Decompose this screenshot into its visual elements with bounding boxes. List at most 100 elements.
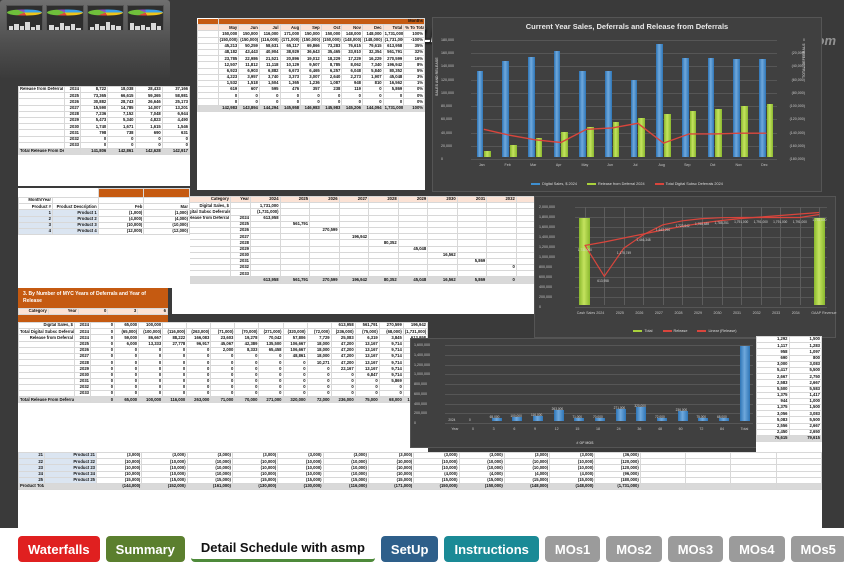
value-cell[interactable]: (148,000) <box>341 36 363 44</box>
legend-item[interactable]: Digital Sales, $ 2024 <box>531 182 577 186</box>
sheet-tab-mos2[interactable]: MOs2 <box>606 536 662 562</box>
mos-distribution-chart[interactable]: 2024 0 65,000 100,000 116,000 263,000 71,000 70… <box>410 338 760 448</box>
x-tick-label[interactable]: 2024 <box>596 311 604 315</box>
x-tick-label[interactable]: Sep <box>684 163 690 167</box>
value-cell[interactable]: (116,000) <box>258 36 281 44</box>
bar-mos-value[interactable] <box>553 409 564 421</box>
legend-item[interactable]: Linear (Release) <box>697 329 737 333</box>
value-cell[interactable]: (1,731,000) <box>382 36 405 44</box>
value-cell[interactable]: 150,000 <box>320 30 343 38</box>
product-monthly-table-panel[interactable]: Month/Year Product # Product Description Fe… <box>18 188 190 288</box>
product-detail-table[interactable]: 21 Product 21 (3,000) (3,000) (3,000) (3,000)… <box>18 452 822 491</box>
legend-item[interactable]: Release <box>662 329 687 333</box>
release-from-deferral-table[interactable]: Release from Deferral 2024 8,722 18,038 28,4… <box>18 86 190 156</box>
x-tick-label[interactable]: 2030 <box>714 311 722 315</box>
product-description-cell[interactable]: Product 4 <box>52 227 99 236</box>
column-header[interactable]: 0 <box>77 307 109 315</box>
x-tick-label[interactable]: Total <box>741 427 749 431</box>
x-tick-label[interactable]: GAAP Revenue <box>811 311 836 315</box>
column-header[interactable]: Category <box>18 307 49 315</box>
value-cell[interactable]: 270,599 <box>382 55 405 63</box>
myc-release-schedule-table[interactable]: Digital Sales, $2024 0 65,000 100,000 613,95… <box>18 322 428 404</box>
x-tick-label[interactable]: Apr <box>556 163 562 167</box>
x-tick-label[interactable]: Oct <box>710 163 716 167</box>
x-tick-label[interactable]: 6 <box>513 427 515 431</box>
column-header[interactable]: % To Total <box>403 24 425 32</box>
sheet-tab-bar[interactable]: Waterfalls Summary Detail Schedule with as… <box>0 528 844 574</box>
x-tick-label[interactable]: May <box>582 163 589 167</box>
category-cell[interactable]: Total Digital Subsc Deferrals <box>18 328 75 336</box>
x-tick-label[interactable]: 3 <box>493 427 495 431</box>
bar-mos-value[interactable] <box>739 346 750 421</box>
x-tick-label[interactable]: Jul <box>633 163 638 167</box>
sheet-tab-summary[interactable]: Summary <box>105 536 185 562</box>
bar-mos-value[interactable] <box>615 409 626 421</box>
months-summary-table[interactable]: Months May Jun Jul Aug Sep Oct Nov Dec Total% To … <box>197 18 425 112</box>
value-cell[interactable]: (12,000) <box>97 227 145 236</box>
x-tick-label[interactable]: Feb <box>505 163 511 167</box>
column-header[interactable]: Product Description <box>52 203 99 211</box>
x-tick-label[interactable]: 72 <box>699 427 703 431</box>
value-cell[interactable]: (150,000) <box>217 36 240 44</box>
value-cell[interactable]: (150,000) <box>300 36 322 44</box>
x-tick-label[interactable]: 84 <box>720 427 724 431</box>
bar-mos-value[interactable] <box>677 410 688 421</box>
value-cell[interactable]: (148,000) <box>362 36 384 44</box>
chart-legend[interactable]: Total Release Linear (Release) <box>535 329 835 333</box>
sheet-tab-setup[interactable]: SetUp <box>380 536 439 562</box>
x-tick-label[interactable]: 24 <box>617 427 621 431</box>
sheet-tab-waterfalls[interactable]: Waterfalls <box>18 536 100 562</box>
x-tick-label[interactable]: 2034 <box>792 311 800 315</box>
sheet-tab-mos4[interactable]: MOs4 <box>729 536 785 562</box>
x-tick-label[interactable]: 2028 <box>674 311 682 315</box>
value-cell[interactable]: 613,958 <box>382 42 405 50</box>
x-tick-label[interactable]: 12 <box>555 427 559 431</box>
chart-legend[interactable]: Digital Sales, $ 2024 Release from Deferr… <box>433 182 821 186</box>
x-tick-label[interactable]: 48 <box>658 427 662 431</box>
x-tick-label[interactable]: 2032 <box>753 311 761 315</box>
sheet-tab-mos5[interactable]: MOs5 <box>790 536 844 562</box>
x-tick-label[interactable]: 2026 <box>635 311 643 315</box>
sheet-tab-instructions[interactable]: Instructions <box>444 536 539 562</box>
x-tick-label[interactable]: Cash Sales <box>577 311 595 315</box>
x-tick-label[interactable]: Dec <box>761 163 767 167</box>
x-tick-label[interactable]: 60 <box>679 427 683 431</box>
value-cell[interactable]: 196,942 <box>382 61 405 69</box>
value-cell[interactable]: (12,000) <box>143 227 190 236</box>
value-cell[interactable]: (150,000) <box>320 36 343 44</box>
product-number-cell[interactable]: 4 <box>18 227 53 236</box>
myc-release-schedule-table-panel[interactable]: Digital Sales, $2024 0 65,000 100,000 613,95… <box>18 322 428 452</box>
column-header[interactable]: 6 <box>137 307 168 315</box>
value-cell[interactable]: 561,791 <box>382 48 405 57</box>
x-tick-label[interactable]: 18 <box>596 427 600 431</box>
x-tick-label[interactable]: 2025 <box>616 311 624 315</box>
sheet-tab-mos3[interactable]: MOs3 <box>667 536 724 562</box>
product-monthly-table[interactable]: Month/Year Product # Product Description Fe… <box>18 188 190 236</box>
value-cell[interactable]: 150,000 <box>217 30 240 38</box>
column-header[interactable]: 3 <box>107 307 139 315</box>
x-tick-label[interactable]: Mar <box>530 163 536 167</box>
deferral-by-year-table[interactable]: Category Year 2024 2025 2026 2027 2028 2029 2030… <box>172 196 576 284</box>
x-tick-label[interactable]: Jan <box>479 163 485 167</box>
current-year-sales-chart[interactable]: Current Year Sales, Deferrals and Releas… <box>432 17 822 192</box>
x-tick-label[interactable]: 9 <box>534 427 536 431</box>
x-tick-label[interactable]: Year <box>451 427 458 431</box>
value-cell[interactable]: 1,731,000 <box>382 30 405 38</box>
x-tick-label[interactable]: 2033 <box>772 311 780 315</box>
column-header[interactable]: Year <box>47 307 79 315</box>
sheet-tab-detail-schedule-with-asmp[interactable]: Detail Schedule with asmp <box>190 536 375 562</box>
right-values-table[interactable]: 1,292 1,500 1,117 1,283 958 1,097 690 800 3,000 3… <box>756 336 822 443</box>
x-tick-label[interactable]: Jun <box>607 163 613 167</box>
x-tick-label[interactable]: 0 <box>472 427 474 431</box>
product-detail-table-panel[interactable]: 21 Product 21 (3,000) (3,000) (3,000) (3,000)… <box>18 452 822 528</box>
sheet-tab-mos1[interactable]: MOs1 <box>544 536 601 562</box>
legend-item[interactable]: Total <box>633 329 653 333</box>
x-tick-label[interactable]: Nov <box>736 163 742 167</box>
bar-mos-value[interactable] <box>636 407 647 421</box>
value-cell[interactable]: (1,731,000) <box>402 328 428 336</box>
x-tick-label[interactable]: 36 <box>637 427 641 431</box>
x-tick-label[interactable]: Aug <box>659 163 665 167</box>
deferral-by-year-table-panel[interactable]: Category Year 2024 2025 2026 2027 2028 2029 2030… <box>172 196 576 314</box>
months-summary-table-panel[interactable]: Months May Jun Jul Aug Sep Oct Nov Dec Total% To … <box>197 18 425 190</box>
legend-item[interactable]: Release from Deferral 2024 <box>586 182 645 186</box>
